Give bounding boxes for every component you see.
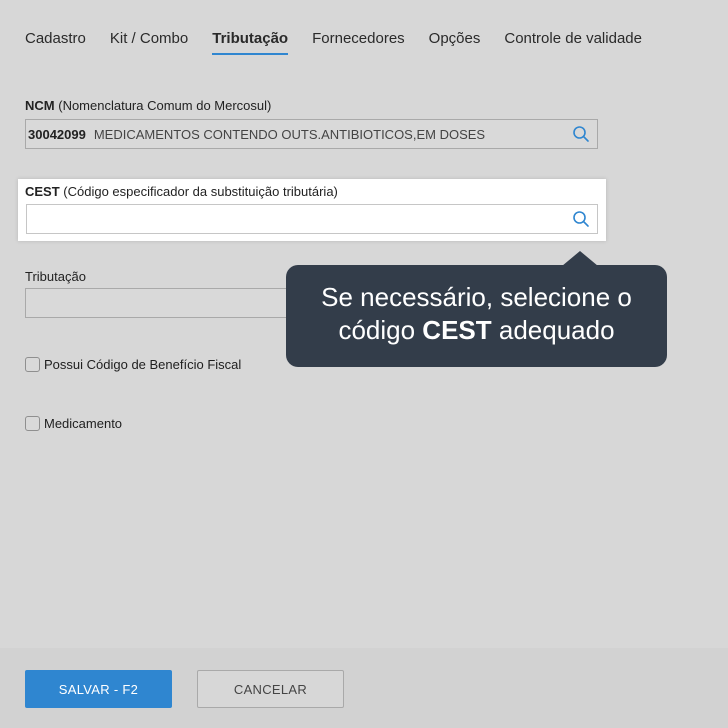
- beneficio-fiscal-checkbox[interactable]: [25, 357, 40, 372]
- tab-cadastro[interactable]: Cadastro: [25, 30, 86, 55]
- ncm-label: NCM (Nomenclatura Comum do Mercosul): [25, 98, 271, 113]
- tab-kit-combo[interactable]: Kit / Combo: [110, 30, 188, 55]
- ncm-description: MEDICAMENTOS CONTENDO OUTS.ANTIBIOTICOS,…: [93, 126, 486, 142]
- tooltip-line-1: Se necessário, selecione o: [321, 282, 632, 312]
- ncm-label-abbr: NCM: [25, 98, 55, 113]
- tooltip-line-2: código CEST adequado: [286, 314, 667, 347]
- cest-label-full: (Código especificador da substituição tr…: [63, 184, 338, 199]
- medicamento-label: Medicamento: [44, 416, 123, 431]
- ncm-label-full: (Nomenclatura Comum do Mercosul): [58, 98, 272, 113]
- ncm-value: 30042099 MEDICAMENTOS CONTENDO OUTS.ANTIB…: [26, 127, 565, 142]
- cest-highlight: CEST (Código especificador da substituiç…: [18, 179, 606, 241]
- save-button[interactable]: SALVAR - F2: [25, 670, 172, 708]
- cest-field[interactable]: [26, 204, 598, 234]
- cancel-button[interactable]: CANCELAR: [197, 670, 344, 708]
- cest-search-icon[interactable]: [565, 205, 597, 233]
- tab-tributacao[interactable]: Tributação: [212, 30, 289, 55]
- tributacao-label: Tributação: [25, 269, 86, 284]
- cest-label-abbr: CEST: [25, 184, 60, 199]
- medicamento-row: Medicamento: [25, 416, 122, 431]
- tab-controle-validade[interactable]: Controle de validade: [504, 30, 642, 55]
- tooltip-line-2-bold: CEST: [422, 315, 492, 345]
- tab-fornecedores[interactable]: Fornecedores: [312, 30, 405, 55]
- tutorial-tooltip: Se necessário, selecione o código CEST a…: [286, 265, 667, 367]
- beneficio-fiscal-label: Possui Código de Benefício Fiscal: [44, 357, 242, 372]
- tooltip-line-2-after: adequado: [491, 315, 615, 345]
- medicamento-checkbox[interactable]: [25, 416, 40, 431]
- ncm-code: 30042099: [28, 126, 86, 142]
- beneficio-fiscal-row: Possui Código de Benefício Fiscal: [25, 357, 241, 372]
- cest-label: CEST (Código especificador da substituiç…: [25, 184, 338, 199]
- tab-opcoes[interactable]: Opções: [429, 30, 481, 55]
- tooltip-arrow: [562, 251, 598, 266]
- ncm-search-icon[interactable]: [565, 120, 597, 148]
- tab-bar: Cadastro Kit / Combo Tributação Forneced…: [25, 30, 666, 55]
- ncm-field[interactable]: 30042099 MEDICAMENTOS CONTENDO OUTS.ANTIB…: [25, 119, 598, 149]
- tooltip-line-2-before: código: [338, 315, 423, 345]
